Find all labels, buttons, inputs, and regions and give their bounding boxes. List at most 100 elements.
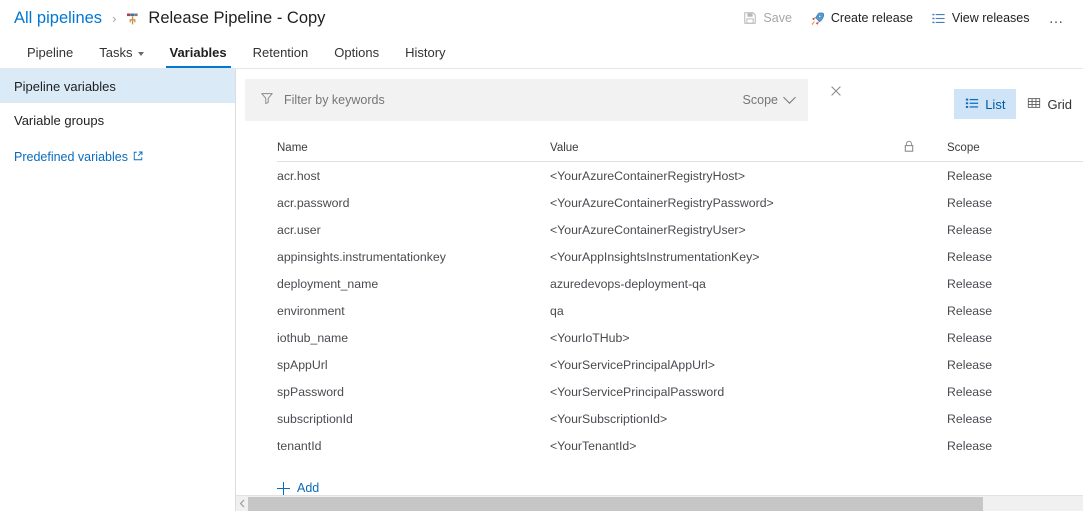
clear-filter-button[interactable] [822, 79, 850, 107]
sidebar-link-predefined-variables-label: Predefined variables [14, 150, 128, 164]
table-row[interactable]: appinsights.instrumentationkey <YourAppI… [277, 243, 1083, 270]
table-row[interactable]: spAppUrl <YourServicePrincipalAppUrl> Re… [277, 351, 1083, 378]
list-view-icon [965, 96, 979, 113]
view-toggle-list[interactable]: List [954, 89, 1017, 119]
scope-dropdown[interactable]: Scope [741, 89, 796, 111]
variables-sidebar: Pipeline variables Variable groups Prede… [0, 69, 236, 511]
variable-value: <YourTenantId> [550, 438, 637, 453]
variable-value: <YourAzureContainerRegistryPassword> [550, 195, 774, 210]
variable-scope: Release [947, 411, 993, 426]
page-body: Pipeline variables Variable groups Prede… [0, 68, 1083, 511]
variable-name: spPassword [277, 384, 344, 399]
variable-scope: Release [947, 276, 993, 291]
chevron-down-icon [137, 51, 144, 56]
tab-history-label: History [405, 45, 446, 60]
view-toggle: List Grid [954, 89, 1083, 119]
view-releases-button[interactable]: View releases [922, 6, 1039, 31]
variable-name: acr.host [277, 168, 321, 183]
variable-value: <YourSubscriptionId> [550, 411, 668, 426]
column-header-name: Name [277, 141, 308, 154]
scrollbar-thumb[interactable] [248, 496, 983, 511]
chevron-down-icon [783, 90, 796, 104]
variable-name: subscriptionId [277, 411, 353, 426]
variable-scope: Release [947, 357, 993, 372]
sidebar-item-pipeline-variables-label: Pipeline variables [14, 78, 116, 94]
variables-table: Name Value Scope acr.host <YourAzureCont… [245, 138, 1083, 459]
create-release-label: Create release [830, 11, 913, 25]
table-row[interactable]: acr.password <YourAzureContainerRegistry… [277, 189, 1083, 216]
scroll-left-arrow-icon[interactable] [236, 496, 248, 511]
tab-options[interactable]: Options [321, 41, 392, 68]
variable-name: acr.user [277, 222, 321, 237]
variable-value: <YourAppInsightsInstrumentationKey> [550, 249, 760, 264]
view-toggle-list-label: List [985, 96, 1006, 112]
breadcrumb-separator: › [112, 10, 117, 26]
funnel-filter-icon [260, 91, 274, 110]
variable-name: deployment_name [277, 276, 379, 291]
table-body: acr.host <YourAzureContainerRegistryHost… [277, 162, 1083, 459]
tab-pipeline[interactable]: Pipeline [14, 41, 86, 68]
tab-bar: Pipeline Tasks Variables Retention Optio… [0, 36, 1083, 68]
filter-input[interactable]: Filter by keywords [284, 93, 731, 107]
variable-value: <YourServicePrincipalPassword [550, 384, 725, 399]
table-row[interactable]: environment qa Release [277, 297, 1083, 324]
sidebar-item-variable-groups-label: Variable groups [14, 112, 105, 128]
save-button-label: Save [763, 11, 792, 25]
variable-value: <YourServicePrincipalAppUrl> [550, 357, 715, 372]
variable-scope: Release [947, 330, 993, 345]
add-variable-button[interactable]: Add [245, 481, 319, 495]
table-header-row: Name Value Scope [277, 138, 1083, 162]
view-releases-label: View releases [951, 11, 1030, 25]
grid-view-icon [1027, 96, 1041, 113]
table-row[interactable]: acr.user <YourAzureContainerRegistryUser… [277, 216, 1083, 243]
tab-retention[interactable]: Retention [240, 41, 322, 68]
tab-tasks[interactable]: Tasks [86, 41, 156, 68]
external-link-icon [133, 150, 143, 164]
table-row[interactable]: spPassword <YourServicePrincipalPassword… [277, 378, 1083, 405]
variable-value: <YourAzureContainerRegistryUser> [550, 222, 746, 237]
add-variable-label: Add [297, 481, 320, 495]
tab-variables-label: Variables [169, 45, 227, 60]
tab-options-label: Options [334, 45, 380, 60]
variable-scope: Release [947, 195, 993, 210]
close-x-icon [829, 84, 843, 103]
table-row[interactable]: tenantId <YourTenantId> Release [277, 432, 1083, 459]
scrollbar-track[interactable] [248, 496, 1083, 511]
save-button[interactable]: Save [734, 6, 801, 30]
variable-scope: Release [947, 222, 993, 237]
horizontal-scrollbar[interactable] [236, 495, 1083, 511]
plus-icon [277, 481, 290, 495]
save-floppy-icon [743, 11, 757, 25]
tab-tasks-label: Tasks [99, 45, 133, 60]
filter-row: Filter by keywords Scope List Grid [245, 79, 1083, 121]
create-release-button[interactable]: Create release [801, 6, 922, 31]
view-toggle-grid[interactable]: Grid [1016, 89, 1083, 119]
rocket-icon [810, 11, 825, 26]
variable-name: spAppUrl [277, 357, 328, 372]
sidebar-item-pipeline-variables[interactable]: Pipeline variables [0, 69, 235, 103]
view-toggle-grid-label: Grid [1047, 96, 1072, 112]
variable-name: iothub_name [277, 330, 349, 345]
column-header-value: Value [550, 141, 579, 154]
table-row[interactable]: subscriptionId <YourSubscriptionId> Rele… [277, 405, 1083, 432]
table-row[interactable]: acr.host <YourAzureContainerRegistryHost… [277, 162, 1083, 189]
page-title: Release Pipeline - Copy [148, 8, 326, 27]
more-options-button[interactable]: … [1039, 7, 1076, 30]
tab-variables[interactable]: Variables [157, 41, 240, 68]
variable-name: appinsights.instrumentationkey [277, 249, 446, 264]
sidebar-item-variable-groups[interactable]: Variable groups [0, 103, 235, 137]
scope-dropdown-label: Scope [742, 93, 778, 107]
lock-icon [903, 140, 915, 156]
variable-name: environment [277, 303, 345, 318]
variable-name: acr.password [277, 195, 350, 210]
tab-history[interactable]: History [392, 41, 458, 68]
tab-pipeline-label: Pipeline [27, 45, 74, 60]
list-lines-icon [931, 11, 946, 26]
variable-value: qa [550, 303, 564, 318]
breadcrumb-all-pipelines[interactable]: All pipelines [14, 9, 102, 28]
table-row[interactable]: iothub_name <YourIoTHub> Release [277, 324, 1083, 351]
table-row[interactable]: deployment_name azuredevops-deployment-q… [277, 270, 1083, 297]
variable-scope: Release [947, 249, 993, 264]
sidebar-link-predefined-variables[interactable]: Predefined variables [0, 143, 235, 171]
filter-bar: Filter by keywords Scope [245, 79, 808, 121]
